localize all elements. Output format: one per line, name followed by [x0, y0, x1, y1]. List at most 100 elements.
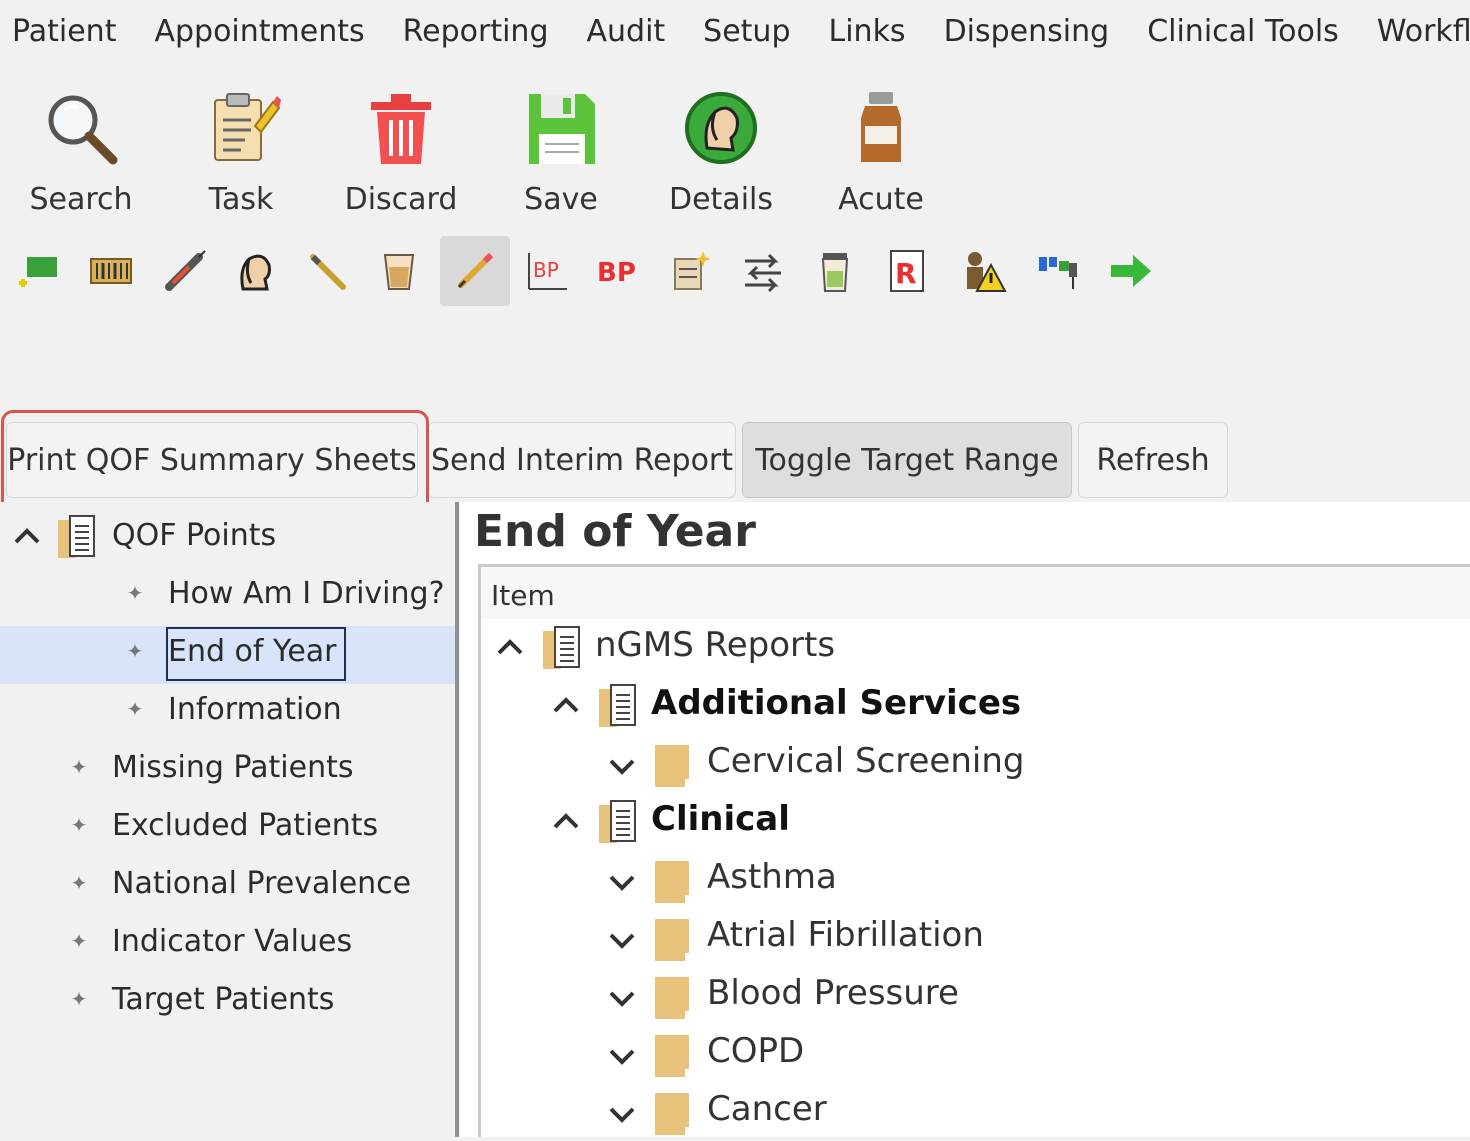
bullet-icon: ✦	[70, 813, 88, 837]
bullet-icon: ✦	[70, 871, 88, 895]
bp-button[interactable]: BP	[584, 236, 654, 306]
tree-item-label: How Am I Driving?	[168, 576, 445, 611]
patient-head-icon	[240, 254, 271, 291]
tree-row-clinical[interactable]: Clinical	[481, 793, 1470, 851]
chevron-down-icon[interactable]	[607, 983, 637, 1013]
tree-root-label: QOF Points	[112, 518, 277, 553]
cup-button[interactable]	[364, 236, 434, 306]
tree-item-label: End of Year	[168, 634, 337, 669]
chevron-down-icon[interactable]	[607, 751, 637, 781]
menu-patient[interactable]: Patient	[12, 14, 116, 49]
chevron-down-icon[interactable]	[607, 1099, 637, 1129]
details-label: Details	[668, 182, 773, 217]
tree-row-cervical-screening[interactable]: Cervical Screening	[481, 735, 1470, 793]
refresh-button[interactable]: Refresh	[1078, 422, 1228, 498]
tree-item-missing-patients[interactable]: ✦ Missing Patients	[0, 742, 456, 800]
tree-item-excluded-patients[interactable]: ✦ Excluded Patients	[0, 800, 456, 858]
bullet-icon: ✦	[70, 929, 88, 953]
tree-item-label: Missing Patients	[112, 750, 354, 785]
tree-row-atrial-fibrillation[interactable]: Atrial Fibrillation	[481, 909, 1470, 967]
tree-row-blood-pressure[interactable]: Blood Pressure	[481, 967, 1470, 1025]
qof-navigation-tree: QOF Points ✦ How Am I Driving? ✦ End of …	[0, 502, 456, 1137]
add-note-icon	[19, 257, 57, 287]
tree-row-label: Blood Pressure	[707, 973, 959, 1013]
tree-row-additional-services[interactable]: Additional Services	[481, 677, 1470, 735]
bp-chart-button[interactable]: BP	[512, 236, 582, 306]
discard-label: Discard	[344, 182, 458, 217]
details-button[interactable]: Details	[646, 82, 796, 222]
tree-row-ngms-reports[interactable]: nGMS Reports	[481, 619, 1470, 677]
chevron-down-icon[interactable]	[607, 1041, 637, 1071]
patient-details-icon	[685, 92, 757, 164]
menu-setup[interactable]: Setup	[703, 14, 790, 49]
tree-item-indicator-values[interactable]: ✦ Indicator Values	[0, 916, 456, 974]
discard-button[interactable]: Discard	[326, 82, 476, 222]
arrow-right-button[interactable]	[1096, 236, 1166, 306]
menu-dispensing[interactable]: Dispensing	[944, 14, 1110, 49]
menubar: Patient Appointments Reporting Audit Set…	[0, 0, 1470, 62]
tree-row-label: Asthma	[707, 857, 837, 897]
cup-icon	[383, 254, 415, 290]
search-button[interactable]: Search	[6, 82, 156, 222]
menu-appointments[interactable]: Appointments	[154, 14, 364, 49]
column-header-item[interactable]: Item	[481, 567, 1470, 619]
tree-item-information[interactable]: ✦ Information	[0, 684, 456, 742]
book-folder-icon	[599, 800, 636, 843]
tree-item-target-patients[interactable]: ✦ Target Patients	[0, 974, 456, 1032]
sparkle-form-button[interactable]	[656, 236, 726, 306]
chart-blocks-button[interactable]	[1022, 236, 1092, 306]
edit-pencil-button[interactable]	[440, 236, 510, 306]
toggle-target-range-button[interactable]: Toggle Target Range	[742, 422, 1072, 498]
tree-item-label: Excluded Patients	[112, 808, 379, 843]
panel-splitter[interactable]	[455, 502, 459, 1137]
magnifier-icon	[48, 95, 118, 165]
transfer-arrows-button[interactable]	[728, 236, 798, 306]
tree-root-qof-points[interactable]: QOF Points	[0, 510, 456, 568]
tree-row-label: Cancer	[707, 1089, 827, 1129]
chart-blocks-icon	[1039, 257, 1077, 289]
chevron-up-icon[interactable]	[495, 633, 525, 663]
chevron-up-icon[interactable]	[551, 691, 581, 721]
barcode-button[interactable]	[76, 236, 146, 306]
tree-row-copd[interactable]: COPD	[481, 1025, 1470, 1083]
bp-chart-icon: BP	[528, 253, 567, 290]
tree-item-how-am-i-driving[interactable]: ✦ How Am I Driving?	[0, 568, 456, 626]
chevron-up-icon[interactable]	[551, 807, 581, 837]
acute-button[interactable]: Acute	[806, 82, 956, 222]
tree-row-label: Additional Services	[651, 683, 1022, 723]
warning-person-icon	[967, 252, 1007, 292]
menu-links[interactable]: Links	[829, 14, 906, 49]
menu-reporting[interactable]: Reporting	[403, 14, 549, 49]
bp-icon: BP	[597, 258, 636, 288]
task-button[interactable]: Task	[166, 82, 316, 222]
menu-workflow[interactable]: Workflow	[1377, 14, 1470, 49]
send-interim-report-button[interactable]: Send Interim Report	[428, 422, 736, 498]
tree-row-label: nGMS Reports	[595, 625, 836, 665]
menu-audit[interactable]: Audit	[586, 14, 665, 49]
tree-row-cancer[interactable]: Cancer	[481, 1083, 1470, 1141]
tree-item-label: Information	[168, 692, 342, 727]
chevron-up-icon[interactable]	[12, 522, 42, 552]
tree-row-asthma[interactable]: Asthma	[481, 851, 1470, 909]
prescription-button[interactable]: R	[872, 236, 942, 306]
tree-row-label: Clinical	[651, 799, 790, 839]
print-qof-summary-button[interactable]: Print QOF Summary Sheets	[6, 422, 418, 498]
patient-head-button[interactable]	[220, 236, 290, 306]
save-button[interactable]: Save	[486, 82, 636, 222]
qof-action-bar: Print QOF Summary Sheets Send Interim Re…	[0, 412, 1470, 502]
tree-item-end-of-year[interactable]: ✦ End of Year	[0, 626, 456, 684]
syringe-button[interactable]	[148, 236, 218, 306]
pen-icon	[310, 254, 346, 290]
chevron-down-icon[interactable]	[607, 925, 637, 955]
folder-icon	[655, 1035, 689, 1077]
menu-clinical-tools[interactable]: Clinical Tools	[1147, 14, 1339, 49]
add-note-button[interactable]	[4, 236, 74, 306]
warning-person-button[interactable]	[948, 236, 1018, 306]
chevron-down-icon[interactable]	[607, 867, 637, 897]
report-tree-grid: Item nGMS Reports Additional Services Ce…	[478, 564, 1470, 1137]
acute-label: Acute	[838, 182, 924, 217]
specimen-jar-button[interactable]	[800, 236, 870, 306]
tree-row-label: Atrial Fibrillation	[707, 915, 984, 955]
pen-button[interactable]	[292, 236, 362, 306]
tree-item-national-prevalence[interactable]: ✦ National Prevalence	[0, 858, 456, 916]
